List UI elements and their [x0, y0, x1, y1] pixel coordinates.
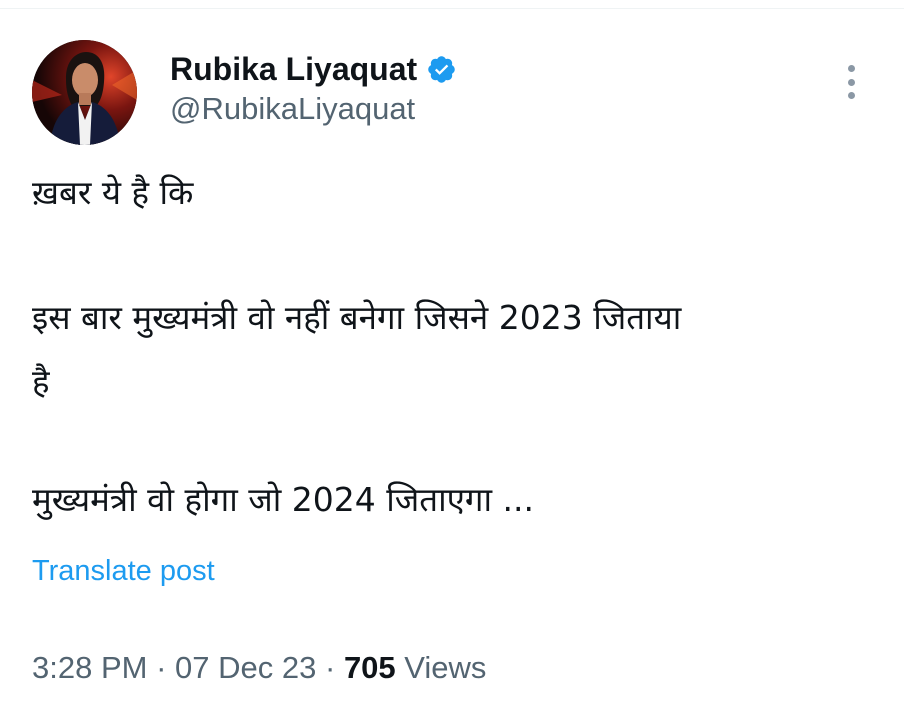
tweet-text-line: है — [32, 362, 50, 401]
more-options-icon-dot — [847, 92, 855, 99]
top-divider — [0, 8, 904, 9]
translate-post-link[interactable]: Translate post — [32, 552, 215, 590]
verified-badge-icon — [428, 55, 455, 83]
tweet-text-line: मुख्यमंत्री वो होगा जो 2024 जिताएगा ... — [32, 480, 534, 519]
more-options-icon-dot — [847, 78, 855, 86]
post-date[interactable]: 07 Dec 23 — [175, 650, 316, 685]
views-count: 705 — [343, 650, 396, 685]
more-options-button[interactable] — [836, 62, 866, 102]
tweet-text-line: इस बार मुख्यमंत्री वो नहीं बनेगा जिसने 2… — [32, 298, 682, 337]
author-name-row[interactable]: Rubika Liyaquat — [170, 47, 457, 91]
author-handle[interactable]: @RubikaLiyaquat — [170, 91, 415, 127]
post-time[interactable]: 3:28 PM — [32, 650, 147, 685]
meta-separator: · — [324, 650, 336, 685]
meta-separator: · — [156, 650, 167, 685]
more-options-icon — [847, 65, 855, 72]
avatar-photo — [32, 40, 137, 145]
display-name[interactable]: Rubika Liyaquat — [170, 51, 417, 88]
avatar[interactable] — [32, 40, 137, 145]
tweet-text-line: ख़बर ये है कि — [32, 173, 194, 212]
tweet-meta: 3:28 PM · 07 Dec 23 · 705 Views — [32, 646, 486, 690]
views-label: Views — [404, 650, 487, 685]
